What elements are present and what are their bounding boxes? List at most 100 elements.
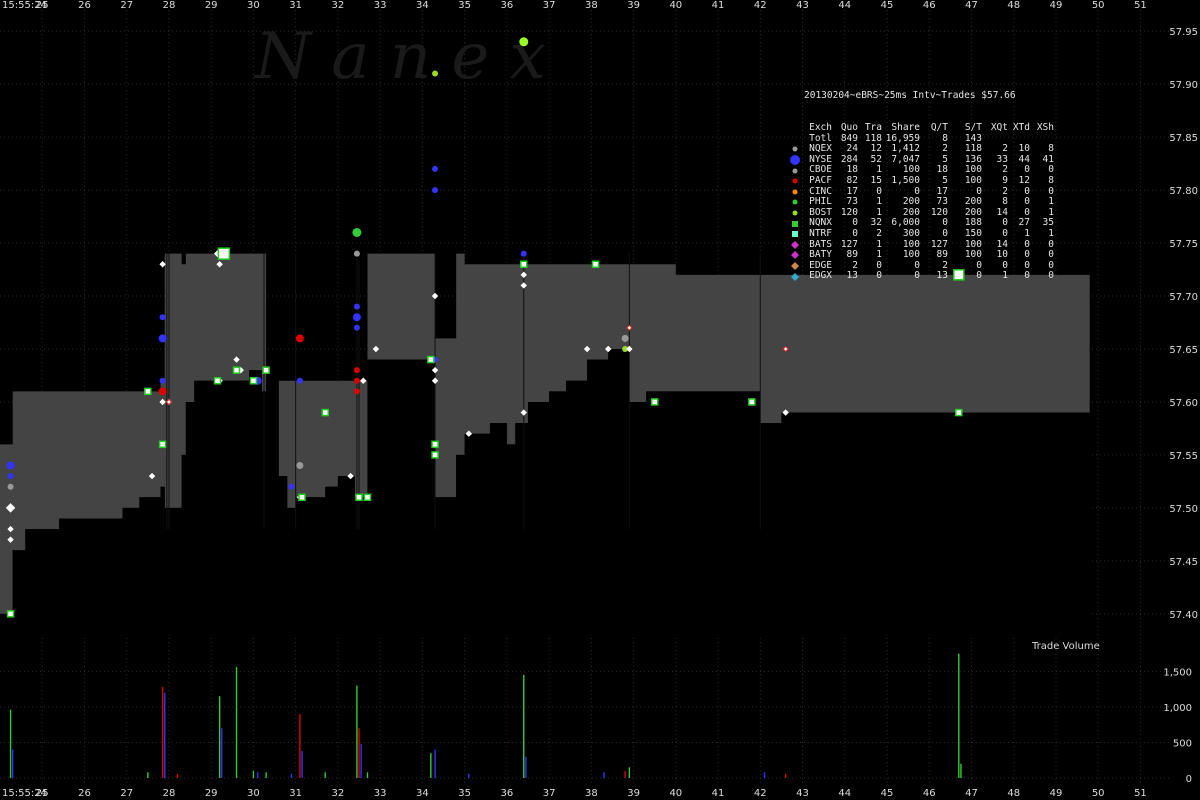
legend-value: 0: [876, 270, 882, 282]
quote-marker: [353, 303, 360, 310]
trade-marker: [431, 451, 439, 459]
x-tick-label-bottom: 45: [881, 788, 894, 799]
x-tick-label-bottom: 26: [78, 788, 91, 799]
legend-value: 15: [870, 174, 882, 186]
y-tick-label: 57.55: [1169, 451, 1198, 462]
legend-header-cell: Quo: [840, 121, 858, 133]
quote-marker: [159, 377, 166, 384]
legend-value: 8: [1048, 174, 1054, 186]
trade-marker: [363, 493, 372, 502]
legend-marker: [790, 166, 800, 176]
legend-marker: [790, 272, 800, 282]
y-tick-label: 57.75: [1169, 239, 1198, 250]
x-tick-label-bottom: 50: [1092, 788, 1105, 799]
legend-marker: [790, 155, 800, 166]
trade-marker: [591, 260, 600, 268]
volume-tick-label: 1,000: [1163, 703, 1192, 714]
legend-header-cell: XTd: [1012, 121, 1030, 133]
quote-marker: [432, 165, 439, 172]
x-tick-label-bottom: 38: [585, 788, 598, 799]
trade-marker: [355, 493, 363, 502]
exchange-legend: 20130204~eBRS~25ms Intv~Trades $57.66 Ex…: [790, 70, 1054, 292]
legend-row-pacf: PACF 82 15 1,500 5 100 9 12 8: [790, 174, 1054, 187]
legend-marker: [790, 219, 800, 229]
legend-value: 1: [1024, 227, 1030, 239]
legend-value: 300: [902, 227, 920, 239]
quote-marker: [432, 187, 439, 194]
y-tick-label: 57.80: [1169, 186, 1198, 197]
x-tick-label-bottom: 44: [838, 788, 851, 799]
x-tick-label-bottom: 35: [458, 788, 471, 799]
quote-marker: [159, 314, 166, 321]
legend-marker: [790, 134, 800, 144]
legend-value: 0: [942, 227, 948, 239]
legend-value: 0: [1024, 270, 1030, 282]
x-tick-label-top: 40: [669, 0, 682, 11]
x-tick-label-bottom: 30: [247, 788, 260, 799]
quote-marker: [7, 483, 14, 490]
legend-marker: [790, 144, 800, 154]
quote-marker: [7, 473, 14, 480]
legend-marker: [790, 240, 800, 250]
quote-marker: [353, 324, 360, 331]
x-tick-label-top: 36: [500, 0, 513, 11]
x-tick-label-bottom: 41: [712, 788, 725, 799]
x-tick-label-top: 37: [543, 0, 556, 11]
y-tick-label: 57.95: [1169, 27, 1198, 38]
legend-header-cell: Share: [891, 121, 920, 133]
legend-header-cell: Q/T: [930, 121, 948, 133]
legend-exchange: EDGX: [809, 270, 832, 282]
trade-marker: [298, 493, 306, 502]
legend-header: Exch Quo Tra Share Q/T S/T XQt XTd XSh: [790, 121, 1054, 134]
trade-marker: [321, 408, 329, 417]
legend-value: 2: [876, 227, 882, 239]
x-tick-label-top: 26: [78, 0, 91, 11]
y-tick-label: 57.85: [1169, 133, 1198, 144]
quote-marker: [159, 261, 166, 268]
quote-marker: [296, 462, 304, 470]
x-tick-label-bottom: 29: [205, 788, 218, 799]
x-tick-label-bottom: 28: [163, 788, 176, 799]
legend-value: 13: [846, 270, 858, 282]
legend-value: 12: [1018, 174, 1030, 186]
x-start-label-bottom: 15:55:24: [2, 788, 47, 799]
quote-marker: [520, 250, 527, 257]
volume-tick-label: 0: [1186, 774, 1192, 785]
x-tick-label-bottom: 49: [1050, 788, 1063, 799]
x-tick-label-bottom: 39: [627, 788, 640, 799]
quote-marker: [432, 70, 439, 77]
legend-header-cell: Tra: [864, 121, 882, 133]
legend-marker: [790, 250, 800, 260]
x-tick-label-bottom: 36: [500, 788, 513, 799]
trade-marker: [249, 377, 258, 385]
x-tick-label-top: 45: [881, 0, 894, 11]
trade-marker: [955, 408, 963, 417]
y-tick-label: 57.60: [1169, 398, 1198, 409]
volume-tick-label: 500: [1173, 738, 1192, 749]
y-tick-label: 57.40: [1169, 610, 1198, 621]
legend-exchange: NTRF: [809, 227, 832, 239]
trade-marker: [748, 398, 756, 406]
x-tick-label-bottom: 46: [923, 788, 936, 799]
x-tick-label-top: 35: [458, 0, 471, 11]
x-tick-label-top: 48: [1007, 0, 1020, 11]
trade-marker: [650, 398, 659, 406]
legend-value: 0: [1048, 270, 1054, 282]
x-tick-label-top: 51: [1134, 0, 1147, 11]
x-tick-label-top: 50: [1092, 0, 1105, 11]
y-tick-label: 57.90: [1169, 80, 1198, 91]
x-tick-label-top: 30: [247, 0, 260, 11]
quote-marker: [296, 377, 303, 384]
x-tick-label-top: 34: [416, 0, 429, 11]
x-tick-label-top: 28: [163, 0, 176, 11]
x-start-label-top: 15:55:24: [2, 0, 47, 11]
legend-marker: [790, 261, 800, 271]
x-tick-label-bottom: 47: [965, 788, 978, 799]
quote-marker: [6, 461, 15, 470]
legend-header-cell: XQt: [990, 121, 1008, 133]
trade-marker: [213, 377, 222, 385]
legend-value: 1: [1048, 227, 1054, 239]
legend-header-cell: XSh: [1036, 121, 1054, 133]
x-tick-label-bottom: 27: [120, 788, 133, 799]
y-tick-label: 57.70: [1169, 292, 1198, 303]
